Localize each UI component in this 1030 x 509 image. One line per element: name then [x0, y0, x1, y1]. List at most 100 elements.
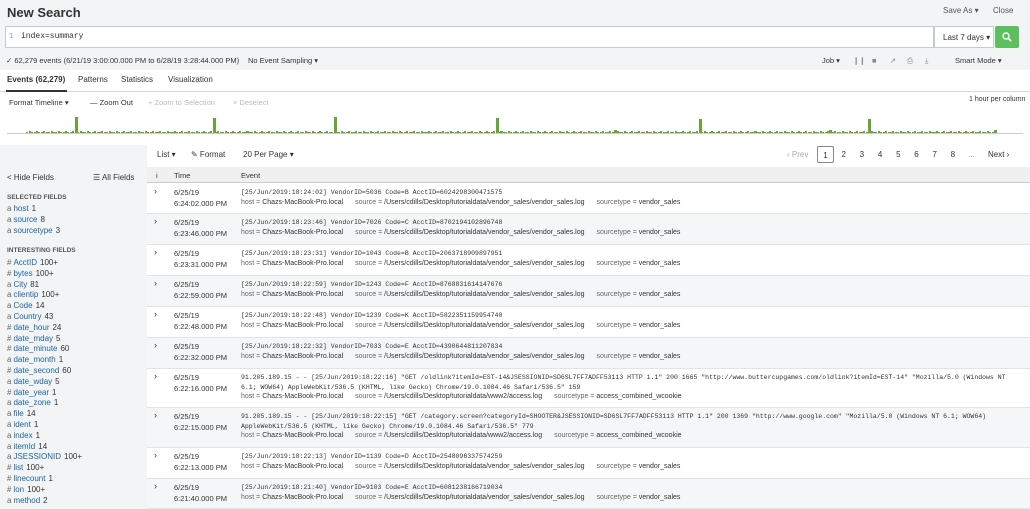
- metadata-value-source[interactable]: /Users/cdills/Desktop/tutorialdata/vendo…: [384, 494, 584, 501]
- interesting-field-city[interactable]: a City 81: [7, 280, 39, 289]
- field-name[interactable]: bytes: [13, 269, 32, 278]
- page-6-button[interactable]: 6: [908, 146, 925, 163]
- interesting-field-country[interactable]: a Country 43: [7, 312, 53, 321]
- expand-chevron-icon[interactable]: ›: [154, 481, 157, 491]
- search-go-button[interactable]: [995, 26, 1019, 48]
- all-fields-button[interactable]: ☰ All Fields: [93, 173, 134, 182]
- page-5-button[interactable]: 5: [890, 146, 907, 163]
- event-sampling-dropdown[interactable]: No Event Sampling ▾: [248, 56, 318, 65]
- field-name[interactable]: source: [13, 215, 37, 224]
- metadata-value-host[interactable]: Chazs-MacBook-Pro.local: [262, 353, 343, 360]
- page-3-button[interactable]: 3: [853, 146, 870, 163]
- interesting-field-bytes[interactable]: # bytes 100+: [7, 269, 54, 278]
- event-raw-text[interactable]: [25/Jun/2019:18:23:46] VendorID=7026 Cod…: [241, 218, 1021, 228]
- stop-icon[interactable]: ■: [872, 56, 877, 65]
- metadata-value-sourcetype[interactable]: vendor_sales: [639, 229, 681, 236]
- metadata-value-source[interactable]: /Users/cdills/Desktop/tutorialdata/vendo…: [384, 199, 584, 206]
- metadata-value-sourcetype[interactable]: vendor_sales: [639, 322, 681, 329]
- field-name[interactable]: itemId: [13, 442, 35, 451]
- interesting-field-clientip[interactable]: a clientip 100+: [7, 290, 59, 299]
- field-name[interactable]: linecount: [13, 474, 45, 483]
- deselect-button[interactable]: × Deselect: [233, 98, 269, 107]
- field-name[interactable]: date_hour: [13, 323, 49, 332]
- event-raw-text[interactable]: [25/Jun/2019:18:21:40] VendorID=9103 Cod…: [241, 483, 1021, 493]
- expand-chevron-icon[interactable]: ›: [154, 247, 157, 257]
- interesting-field-date-mday[interactable]: # date_mday 5: [7, 334, 61, 343]
- expand-chevron-icon[interactable]: ›: [154, 278, 157, 288]
- event-raw-text[interactable]: [25/Jun/2019:18:23:31] VendorID=1043 Cod…: [241, 249, 1021, 259]
- metadata-value-host[interactable]: Chazs-MacBook-Pro.local: [262, 260, 343, 267]
- metadata-value-host[interactable]: Chazs-MacBook-Pro.local: [262, 229, 343, 236]
- metadata-value-sourcetype[interactable]: access_combined_wcookie: [596, 432, 681, 439]
- metadata-value-sourcetype[interactable]: vendor_sales: [639, 199, 681, 206]
- field-name[interactable]: index: [13, 431, 32, 440]
- time-range-picker[interactable]: Last 7 days ▾: [934, 26, 994, 48]
- tab-patterns[interactable]: Patterns: [78, 75, 108, 84]
- metadata-value-source[interactable]: /Users/cdills/Desktop/tutorialdata/vendo…: [384, 291, 584, 298]
- field-name[interactable]: AcctID: [13, 258, 37, 267]
- selected-field-source[interactable]: a source 8: [7, 215, 45, 224]
- timeline-bar[interactable]: [74, 117, 78, 133]
- field-name[interactable]: date_mday: [13, 334, 53, 343]
- metadata-value-sourcetype[interactable]: vendor_sales: [639, 291, 681, 298]
- metadata-value-source[interactable]: /Users/cdills/Desktop/tutorialdata/vendo…: [384, 322, 584, 329]
- field-name[interactable]: sourcetype: [13, 226, 52, 235]
- field-name[interactable]: host: [13, 204, 28, 213]
- pause-icon[interactable]: ❙❙: [853, 56, 866, 65]
- tab-visualization[interactable]: Visualization: [168, 75, 213, 84]
- metadata-value-host[interactable]: Chazs-MacBook-Pro.local: [262, 393, 343, 400]
- interesting-field-date-minute[interactable]: # date_minute 60: [7, 344, 69, 353]
- timeline-bar[interactable]: [333, 117, 337, 133]
- interesting-field-itemid[interactable]: a itemId 14: [7, 442, 47, 451]
- field-name[interactable]: date_zone: [13, 398, 50, 407]
- selected-field-sourcetype[interactable]: a sourcetype 3: [7, 226, 60, 235]
- interesting-field-date-second[interactable]: # date_second 60: [7, 366, 71, 375]
- timeline-bar[interactable]: [993, 130, 997, 133]
- page-8-button[interactable]: 8: [944, 146, 961, 163]
- metadata-value-sourcetype[interactable]: vendor_sales: [639, 463, 681, 470]
- field-name[interactable]: date_minute: [13, 344, 57, 353]
- field-name[interactable]: lon: [13, 485, 24, 494]
- timeline-bar[interactable]: [212, 118, 216, 133]
- interesting-field-linecount[interactable]: # linecount 1: [7, 474, 53, 483]
- column-event[interactable]: Event: [241, 171, 260, 180]
- interesting-field-acctid[interactable]: # AcctID 100+: [7, 258, 58, 267]
- field-name[interactable]: date_month: [13, 355, 55, 364]
- metadata-value-source[interactable]: /Users/cdills/Desktop/tutorialdata/vendo…: [384, 353, 584, 360]
- list-view-dropdown[interactable]: List ▾: [157, 150, 176, 159]
- metadata-value-host[interactable]: Chazs-MacBook-Pro.local: [262, 463, 343, 470]
- metadata-value-host[interactable]: Chazs-MacBook-Pro.local: [262, 494, 343, 501]
- interesting-field-date-wday[interactable]: a date_wday 5: [7, 377, 60, 386]
- print-icon[interactable]: ⎙: [907, 56, 913, 66]
- field-name[interactable]: JSESSIONID: [13, 452, 61, 461]
- interesting-field-date-month[interactable]: a date_month 1: [7, 355, 63, 364]
- field-name[interactable]: Code: [13, 301, 32, 310]
- search-input[interactable]: [5, 26, 934, 48]
- share-icon[interactable]: ➚: [890, 56, 896, 65]
- field-name[interactable]: City: [13, 280, 27, 289]
- interesting-field-index[interactable]: a index 1: [7, 431, 40, 440]
- interesting-field-jsessionid[interactable]: a JSESSIONID 100+: [7, 452, 82, 461]
- event-raw-text[interactable]: [25/Jun/2019:18:24:02] VendorID=5036 Cod…: [241, 188, 1021, 198]
- field-name[interactable]: list: [13, 463, 23, 472]
- expand-chevron-icon[interactable]: ›: [154, 340, 157, 350]
- save-as-button[interactable]: Save As ▾: [943, 6, 979, 15]
- page-2-button[interactable]: 2: [835, 146, 852, 163]
- page-4-button[interactable]: 4: [872, 146, 889, 163]
- metadata-value-sourcetype[interactable]: vendor_sales: [639, 353, 681, 360]
- metadata-value-source[interactable]: /Users/cdills/Desktop/tutorialdata/vendo…: [384, 260, 584, 267]
- export-icon[interactable]: ⤓: [925, 56, 928, 66]
- expand-chevron-icon[interactable]: ›: [154, 371, 157, 381]
- timeline-bar[interactable]: [698, 119, 702, 133]
- field-name[interactable]: ident: [13, 420, 30, 429]
- next-page-button[interactable]: Next ›: [988, 150, 1009, 159]
- column-time[interactable]: Time: [174, 171, 190, 180]
- field-name[interactable]: date_wday: [13, 377, 52, 386]
- interesting-field-date-year[interactable]: # date_year 1: [7, 388, 57, 397]
- interesting-field-lon[interactable]: # lon 100+: [7, 485, 45, 494]
- metadata-value-sourcetype[interactable]: access_combined_wcookie: [596, 393, 681, 400]
- zoom-to-selection-button[interactable]: + Zoom to Selection: [148, 98, 215, 107]
- job-menu[interactable]: Job ▾: [822, 56, 840, 65]
- close-button[interactable]: Close: [993, 6, 1013, 15]
- event-raw-text[interactable]: [25/Jun/2019:18:22:59] VendorID=1243 Cod…: [241, 280, 1021, 290]
